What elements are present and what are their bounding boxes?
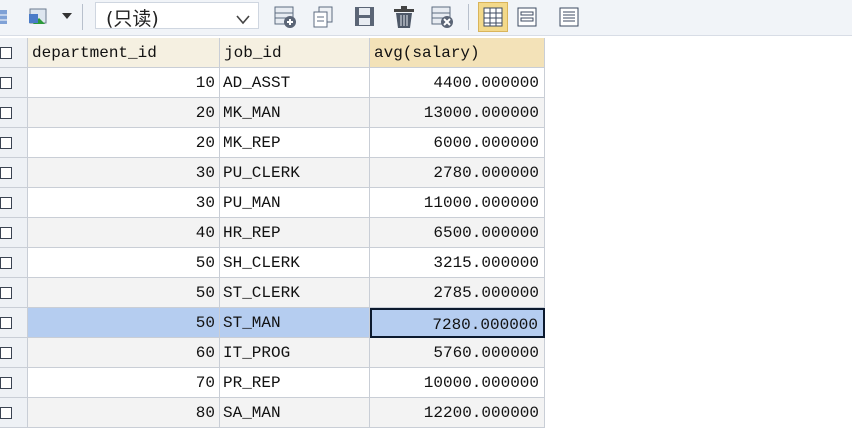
cell-avg-salary[interactable]: 12200.000000 (370, 398, 545, 428)
row-selector[interactable] (0, 338, 28, 368)
cell-avg-salary[interactable]: 2785.000000 (370, 278, 545, 308)
row-selector[interactable] (0, 128, 28, 158)
cell-department-id[interactable]: 30 (28, 158, 220, 188)
cell-avg-salary[interactable]: 3215.000000 (370, 248, 545, 278)
result-toolbar: (只读) (0, 0, 852, 36)
cell-avg-salary[interactable]: 6000.000000 (370, 128, 545, 158)
row-selector-header[interactable] (0, 38, 28, 68)
cell-department-id[interactable]: 30 (28, 188, 220, 218)
cell-avg-salary[interactable]: 11000.000000 (370, 188, 545, 218)
row-checkbox[interactable] (0, 197, 12, 209)
column-header-department-id[interactable]: department_id (28, 38, 220, 68)
row-checkbox[interactable] (0, 287, 12, 299)
cell-department-id[interactable]: 10 (28, 68, 220, 98)
mode-dropdown[interactable]: (只读) (95, 2, 259, 30)
cell-job-id[interactable]: ST_MAN (220, 308, 370, 338)
row-selector[interactable] (0, 368, 28, 398)
row-selector[interactable] (0, 158, 28, 188)
row-checkbox[interactable] (0, 107, 12, 119)
export-icon[interactable] (27, 6, 51, 30)
cell-department-id[interactable]: 70 (28, 368, 220, 398)
row-checkbox[interactable] (0, 137, 12, 149)
delete-icon[interactable] (390, 3, 418, 31)
column-header-job-id[interactable]: job_id (220, 38, 370, 68)
row-checkbox[interactable] (0, 257, 12, 269)
row-checkbox[interactable] (0, 377, 12, 389)
cell-job-id[interactable]: IT_PROG (220, 338, 370, 368)
save-icon[interactable] (352, 4, 378, 30)
cell-avg-salary[interactable]: 6500.000000 (370, 218, 545, 248)
row-checkbox[interactable] (0, 317, 12, 329)
mode-label: (只读) (106, 8, 159, 30)
row-selector[interactable] (0, 248, 28, 278)
row-selector[interactable] (0, 308, 28, 338)
cell-job-id[interactable]: PU_MAN (220, 188, 370, 218)
cell-department-id[interactable]: 20 (28, 128, 220, 158)
cell-department-id[interactable]: 20 (28, 98, 220, 128)
cell-avg-salary[interactable]: 13000.000000 (370, 98, 545, 128)
discard-icon[interactable] (428, 4, 456, 30)
result-grid: department_id job_id avg(salary) 10 AD_AS… (0, 38, 546, 435)
grid-layout-icon[interactable] (478, 2, 508, 32)
row-selector[interactable] (0, 98, 28, 128)
copy-row-icon[interactable] (310, 4, 336, 30)
select-all-checkbox[interactable] (0, 47, 12, 59)
cell-department-id[interactable]: 50 (28, 308, 220, 338)
cell-job-id[interactable]: AD_ASST (220, 68, 370, 98)
cell-department-id[interactable]: 50 (28, 248, 220, 278)
row-checkbox[interactable] (0, 227, 12, 239)
cell-job-id[interactable]: MK_MAN (220, 98, 370, 128)
row-selector[interactable] (0, 188, 28, 218)
cell-job-id[interactable]: ST_CLERK (220, 278, 370, 308)
row-checkbox[interactable] (0, 407, 12, 419)
cell-avg-salary[interactable]: 2780.000000 (370, 158, 545, 188)
cell-job-id[interactable]: SA_MAN (220, 398, 370, 428)
cell-job-id[interactable]: PR_REP (220, 368, 370, 398)
cell-job-id[interactable]: MK_REP (220, 128, 370, 158)
mode-dropdown-icon (236, 12, 250, 30)
row-selector[interactable] (0, 68, 28, 98)
text-layout-icon[interactable] (556, 4, 582, 30)
toolbar-separator (82, 4, 83, 30)
cell-department-id[interactable]: 50 (28, 278, 220, 308)
cell-avg-salary[interactable]: 10000.000000 (370, 368, 545, 398)
form-layout-icon[interactable] (514, 4, 540, 30)
row-selector[interactable] (0, 278, 28, 308)
cell-job-id[interactable]: SH_CLERK (220, 248, 370, 278)
cell-avg-salary[interactable]: 7280.000000 (370, 308, 545, 338)
cell-department-id[interactable]: 60 (28, 338, 220, 368)
cell-job-id[interactable]: PU_CLERK (220, 158, 370, 188)
cell-job-id[interactable]: HR_REP (220, 218, 370, 248)
row-checkbox[interactable] (0, 167, 12, 179)
cell-department-id[interactable]: 80 (28, 398, 220, 428)
row-selector[interactable] (0, 398, 28, 428)
toolbar-separator (468, 4, 469, 30)
cell-avg-salary[interactable]: 4400.000000 (370, 68, 545, 98)
dropdown-arrow-icon[interactable] (62, 12, 72, 22)
row-selector[interactable] (0, 218, 28, 248)
add-row-icon[interactable] (272, 4, 298, 30)
row-checkbox[interactable] (0, 347, 12, 359)
column-header-avg-salary[interactable]: avg(salary) (370, 38, 545, 68)
cell-department-id[interactable]: 40 (28, 218, 220, 248)
row-checkbox[interactable] (0, 77, 12, 89)
cell-avg-salary[interactable]: 5760.000000 (370, 338, 545, 368)
grid-view-icon[interactable] (0, 8, 8, 26)
